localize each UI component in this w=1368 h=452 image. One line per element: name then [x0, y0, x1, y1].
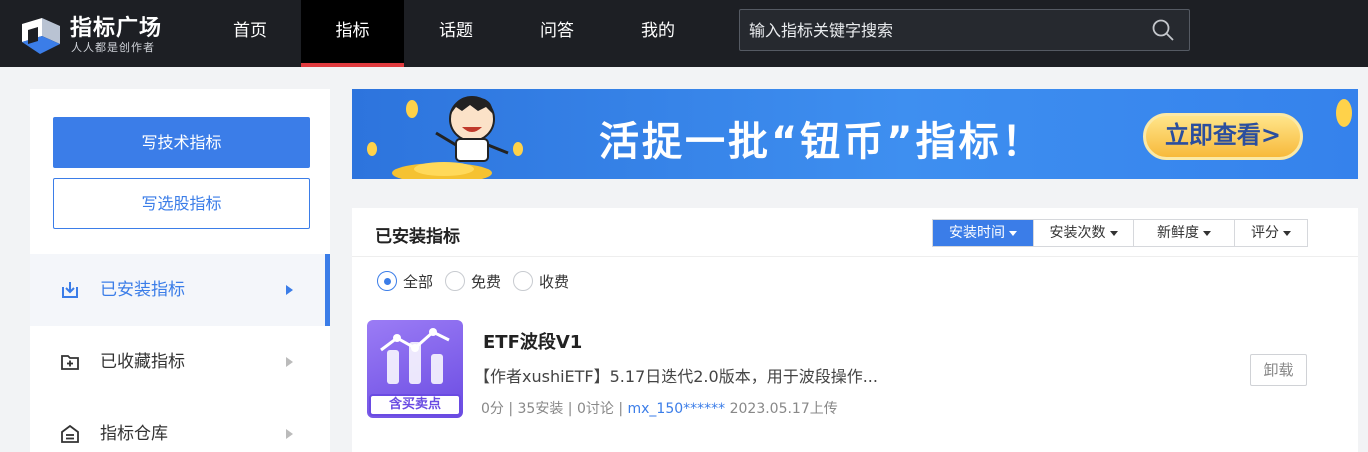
bar-chart-icon — [380, 328, 450, 384]
radio-button — [445, 271, 466, 291]
filter-paid-radio[interactable]: 收费 — [513, 271, 569, 292]
warehouse-icon — [61, 424, 79, 443]
radio-button — [377, 271, 397, 291]
radio-label: 免费 — [471, 272, 502, 291]
list-item: 含买卖点 ETF波段V1 【作者xushiETF】5.17日迭代2.0版本，用于… — [367, 320, 1342, 420]
sort-by-install-count[interactable]: 安装次数 — [1033, 220, 1133, 246]
banner-headline: 活捉一批“钮币”指标！ — [599, 119, 1045, 165]
radio-label: 全部 — [403, 272, 434, 291]
sort-label: 安装时间 — [949, 225, 1005, 241]
brand-logo[interactable]: 指标广场 人人都是创作者 — [18, 6, 218, 60]
sort-label: 新鲜度 — [1157, 225, 1199, 241]
top-navigation-bar: 指标广场 人人都是创作者 首页 指标 话题 问答 我的 — [0, 0, 1368, 67]
sort-label: 安装次数 — [1049, 225, 1106, 241]
price-filter: 全部 免费 收费 — [377, 269, 581, 293]
sort-by-install-time[interactable]: 安装时间 — [933, 220, 1033, 246]
nav-qa[interactable]: 问答 — [519, 0, 595, 67]
sidebar-item-label: 指标仓库 — [100, 424, 168, 444]
indicator-description: 【作者xushiETF】5.17日迭代2.0版本，用于波段操作... — [474, 367, 878, 386]
sidebar: 写技术指标 写选股指标 已安装指标 已收藏指标 指标仓库 — [30, 89, 330, 452]
sort-by-freshness[interactable]: 新鲜度 — [1133, 220, 1234, 246]
promo-banner[interactable]: 活捉一批“钮币”指标！ 立即查看> — [352, 89, 1358, 179]
filter-free-radio[interactable]: 免费 — [445, 271, 501, 292]
download-box-icon — [62, 282, 78, 298]
folder-plus-icon — [61, 355, 79, 370]
caret-down-icon — [1109, 230, 1118, 236]
write-tech-indicator-button[interactable]: 写技术指标 — [53, 117, 310, 168]
logo-mark-icon — [22, 18, 60, 54]
radio-label: 收费 — [539, 272, 570, 291]
sidebar-item-warehouse[interactable]: 指标仓库 — [30, 398, 330, 452]
search-box — [739, 9, 1190, 51]
panel-title: 已安装指标 — [375, 227, 460, 247]
nav-topics[interactable]: 话题 — [418, 0, 494, 67]
indicator-meta: 0分 | 35安装 | 0讨论 | mx_150****** 2023.05.1… — [481, 398, 838, 418]
sidebar-item-label: 已收藏指标 — [100, 352, 185, 372]
radio-button — [513, 271, 534, 291]
indicator-title[interactable]: ETF波段V1 — [483, 328, 582, 354]
sort-label: 评分 — [1251, 225, 1279, 241]
chevron-right-icon — [286, 429, 293, 439]
brand-title: 指标广场 — [70, 16, 163, 41]
upload-date: 2023.05.17上传 — [725, 401, 838, 417]
filter-all-radio[interactable]: 全部 — [377, 271, 433, 292]
caret-down-icon — [1203, 230, 1211, 236]
search-input[interactable] — [740, 10, 1140, 50]
chevron-right-icon — [286, 285, 293, 295]
installed-indicators-panel: 已安装指标 安装时间 安装次数 新鲜度 评分 全部 免费 收费 含买卖点 ETF… — [352, 208, 1358, 452]
sidebar-item-favorites[interactable]: 已收藏指标 — [30, 326, 330, 398]
meta-stats: 0分 | 35安装 | 0讨论 | — [481, 401, 628, 417]
nav-mine[interactable]: 我的 — [620, 0, 696, 67]
chevron-right-icon — [286, 357, 293, 367]
banner-view-now-button[interactable]: 立即查看> — [1143, 113, 1303, 160]
sidebar-item-installed[interactable]: 已安装指标 — [30, 254, 330, 326]
write-stock-indicator-button[interactable]: 写选股指标 — [53, 178, 310, 229]
caret-down-icon — [1283, 230, 1291, 236]
sidebar-item-label: 已安装指标 — [100, 280, 185, 300]
caret-down-icon — [1009, 230, 1017, 236]
uninstall-button[interactable]: 卸载 — [1250, 354, 1307, 386]
search-icon[interactable] — [1151, 18, 1175, 42]
divider — [352, 256, 1358, 257]
coin-icon — [1336, 99, 1352, 127]
indicator-thumbnail[interactable]: 含买卖点 — [367, 320, 463, 418]
nav-home[interactable]: 首页 — [212, 0, 288, 67]
brand-subtitle: 人人都是创作者 — [71, 41, 155, 54]
sort-by-rating[interactable]: 评分 — [1234, 220, 1307, 246]
nav-indicators[interactable]: 指标 — [301, 0, 404, 67]
sort-options: 安装时间 安装次数 新鲜度 评分 — [932, 219, 1308, 247]
buy-sell-tag: 含买卖点 — [369, 394, 461, 416]
cartoon-character-icon — [367, 96, 523, 179]
author-link[interactable]: mx_150****** — [627, 401, 725, 417]
